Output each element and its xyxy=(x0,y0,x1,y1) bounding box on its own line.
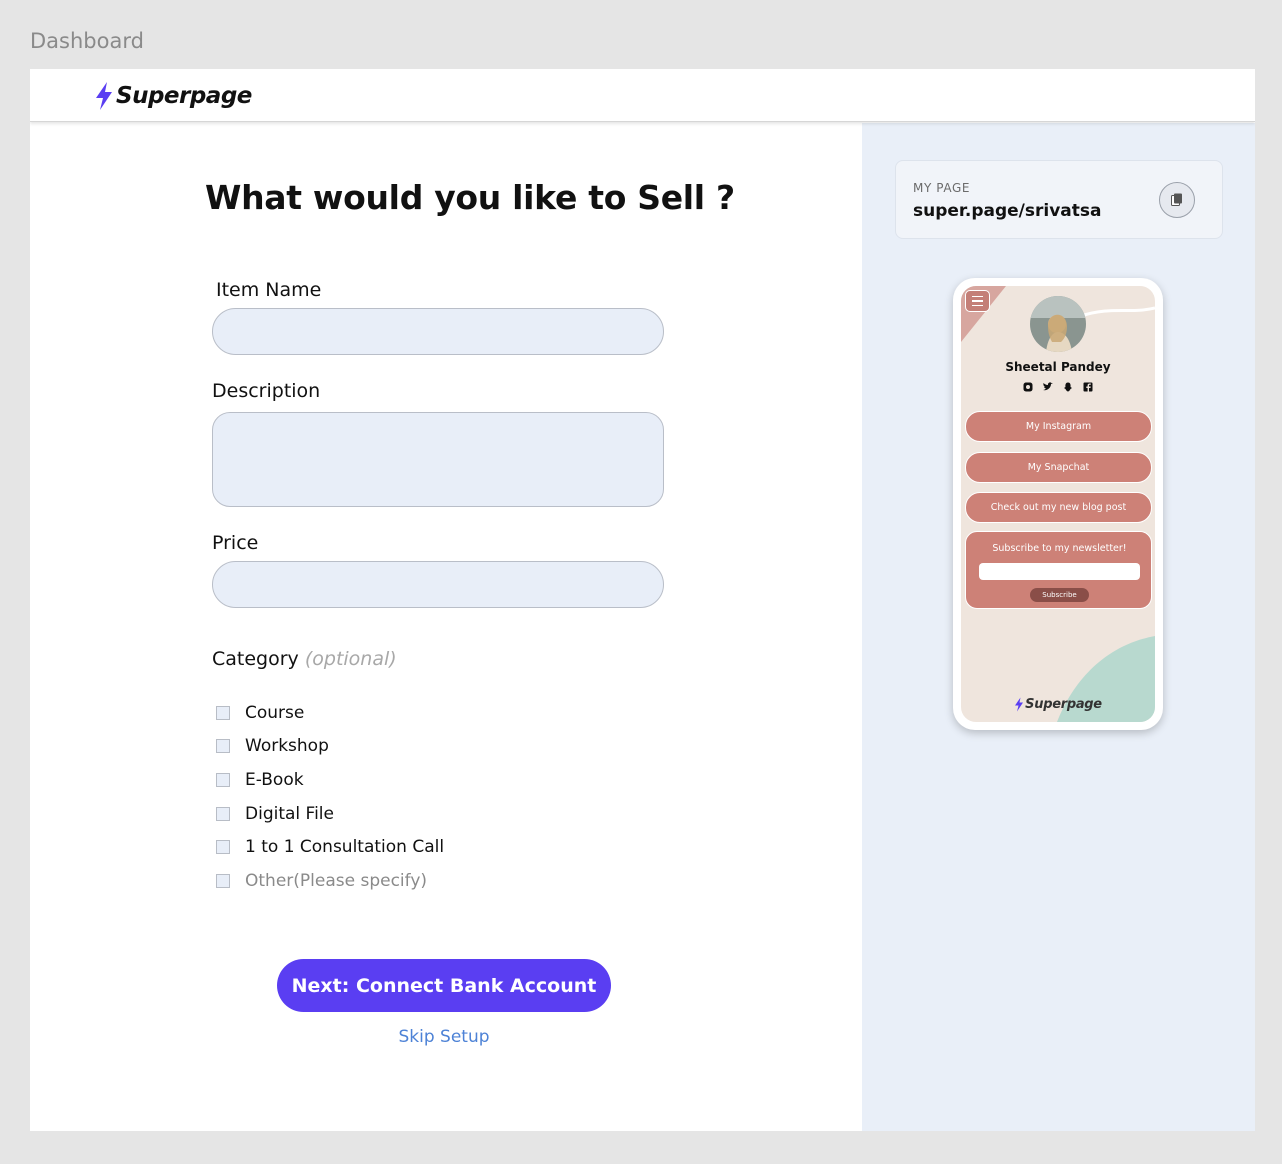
brand-logo[interactable]: Superpage xyxy=(94,82,252,110)
copy-link-button[interactable] xyxy=(1159,182,1195,218)
category-option-workshop[interactable]: Workshop xyxy=(216,734,329,758)
item-name-input[interactable] xyxy=(213,309,663,354)
app-window: Superpage What would you like to Sell ? … xyxy=(30,69,1255,1131)
my-page-label: MY PAGE xyxy=(913,181,971,195)
bolt-icon xyxy=(1015,697,1024,712)
facebook-icon[interactable] xyxy=(1083,379,1093,392)
price-field[interactable] xyxy=(212,561,664,608)
checkbox-label: Digital File xyxy=(245,804,334,824)
instagram-icon[interactable] xyxy=(1023,379,1033,392)
preview-brand-logo: Superpage xyxy=(961,697,1155,712)
bolt-icon xyxy=(96,82,112,110)
checkbox-label: Other(Please specify) xyxy=(245,871,428,891)
checkbox[interactable] xyxy=(216,807,230,821)
sell-form-panel: What would you like to Sell ? Item Name … xyxy=(30,123,862,1131)
description-field[interactable] xyxy=(212,412,664,507)
snapchat-icon[interactable] xyxy=(1063,379,1073,392)
copy-icon xyxy=(1171,193,1182,206)
checkbox[interactable] xyxy=(216,739,230,753)
category-option-consultation[interactable]: 1 to 1 Consultation Call xyxy=(216,835,444,859)
preview-panel: MY PAGE super.page/srivatsa Sheetal Pand… xyxy=(862,123,1255,1131)
checkbox-label: E-Book xyxy=(245,770,304,790)
checkbox-label: Course xyxy=(245,703,305,723)
phone-preview: Sheetal Pandey My Instagram My Snapchat … xyxy=(953,278,1163,730)
skip-setup-link[interactable]: Skip Setup xyxy=(277,1027,611,1047)
checkbox[interactable] xyxy=(216,840,230,854)
newsletter-card: Subscribe to my newsletter! Subscribe xyxy=(965,531,1152,609)
twitter-icon[interactable] xyxy=(1043,379,1053,391)
social-icons xyxy=(961,379,1155,392)
frame-label: Dashboard xyxy=(30,29,144,53)
top-bar: Superpage xyxy=(30,69,1255,122)
checkbox-label: Workshop xyxy=(245,736,329,756)
my-page-url[interactable]: super.page/srivatsa xyxy=(913,201,1102,221)
category-option-digital-file[interactable]: Digital File xyxy=(216,802,334,826)
category-option-other[interactable]: Other(Please specify) xyxy=(216,869,427,893)
item-name-field[interactable] xyxy=(212,308,664,355)
description-label: Description xyxy=(212,380,321,402)
checkbox[interactable] xyxy=(216,773,230,787)
phone-screen: Sheetal Pandey My Instagram My Snapchat … xyxy=(961,286,1155,722)
category-option-course[interactable]: Course xyxy=(216,701,304,725)
menu-icon[interactable] xyxy=(965,290,990,312)
description-textarea[interactable] xyxy=(213,413,663,506)
checkbox-label: 1 to 1 Consultation Call xyxy=(245,837,445,857)
preview-link-snapchat[interactable]: My Snapchat xyxy=(965,452,1152,483)
preview-link-instagram[interactable]: My Instagram xyxy=(965,411,1152,442)
newsletter-email-input[interactable] xyxy=(979,563,1140,580)
newsletter-title: Subscribe to my newsletter! xyxy=(992,543,1127,554)
brand-name: Superpage xyxy=(116,83,252,109)
preview-link-blog[interactable]: Check out my new blog post xyxy=(965,492,1152,523)
page-title: What would you like to Sell ? xyxy=(205,178,735,217)
my-page-card: MY PAGE super.page/srivatsa xyxy=(895,160,1223,239)
price-input[interactable] xyxy=(213,562,663,607)
category-label-text: Category xyxy=(212,648,299,670)
category-optional-hint: (optional) xyxy=(304,648,397,670)
category-option-ebook[interactable]: E-Book xyxy=(216,768,304,792)
preview-brand-name: Superpage xyxy=(1025,697,1102,712)
checkbox[interactable] xyxy=(216,874,230,888)
category-label: Category (optional) xyxy=(212,648,397,670)
profile-name: Sheetal Pandey xyxy=(1005,360,1111,374)
next-connect-bank-button[interactable]: Next: Connect Bank Account xyxy=(277,959,611,1012)
price-label: Price xyxy=(212,532,259,554)
newsletter-subscribe-button[interactable]: Subscribe xyxy=(1030,588,1089,602)
checkbox[interactable] xyxy=(216,706,230,720)
avatar xyxy=(1030,296,1086,352)
item-name-label: Item Name xyxy=(216,279,322,301)
